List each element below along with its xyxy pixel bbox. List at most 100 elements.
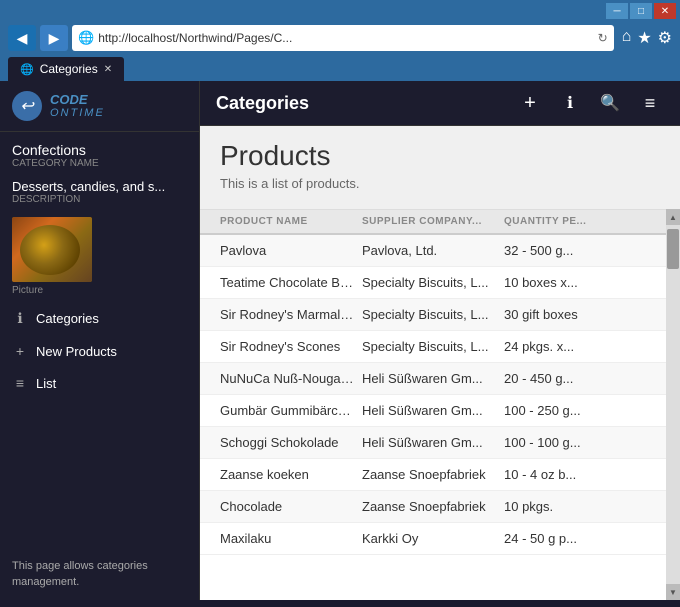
cell-product-name: Chocolade: [220, 499, 362, 514]
sidebar: ↩ CODE ONTIME Confections Category Name …: [0, 81, 200, 600]
sidebar-item-list[interactable]: ≡ List: [0, 367, 199, 399]
brand-ontime: ONTIME: [50, 107, 105, 120]
picture-section: Picture: [0, 213, 199, 302]
page-header: Categories + ℹ 🔍 ≡: [200, 81, 680, 126]
back-button[interactable]: ◀: [8, 25, 36, 51]
browser-icon: 🌐: [78, 30, 94, 46]
cell-product-name: Schoggi Schokolade: [220, 435, 362, 450]
table-row[interactable]: Gumbär GummibärchenHeli Süßwaren Gm...10…: [200, 395, 666, 427]
table-row[interactable]: Teatime Chocolate BiscuitsSpecialty Bisc…: [200, 267, 666, 299]
refresh-button[interactable]: ↻: [598, 31, 608, 45]
table-row[interactable]: ChocoladeZaanse Snoepfabriek10 pkgs.: [200, 491, 666, 523]
cell-product-name: Gumbär Gummibärchen: [220, 403, 362, 418]
address-bar[interactable]: 🌐 http://localhost/Northwind/Pages/C... …: [72, 25, 614, 51]
cell-product-name: Zaanse koeken: [220, 467, 362, 482]
data-table[interactable]: PRODUCT NAME SUPPLIER COMPANY... QUANTIT…: [200, 209, 666, 600]
tab-label: Categories: [40, 62, 98, 76]
page-description: This page allows categories management.: [0, 549, 199, 600]
main-area: PRODUCT NAME SUPPLIER COMPANY... QUANTIT…: [200, 209, 680, 600]
scroll-down[interactable]: ▼: [666, 584, 680, 600]
table-row[interactable]: Sir Rodney's MarmaladeSpecialty Biscuits…: [200, 299, 666, 331]
menu-button[interactable]: ≡: [636, 89, 664, 117]
cell-quantity: 20 - 450 g...: [504, 371, 646, 386]
cell-supplier: Heli Süßwaren Gm...: [362, 403, 504, 418]
col-header-supplier: SUPPLIER COMPANY...: [362, 216, 504, 227]
cell-quantity: 100 - 250 g...: [504, 403, 646, 418]
cell-supplier: Specialty Biscuits, L...: [362, 307, 504, 322]
active-tab[interactable]: 🌐 Categories ✕: [8, 57, 124, 81]
brand-code: CODE: [50, 92, 88, 108]
settings-icon[interactable]: ⚙: [658, 28, 672, 48]
cell-supplier: Zaanse Snoepfabriek: [362, 467, 504, 482]
table-row[interactable]: Sir Rodney's SconesSpecialty Biscuits, L…: [200, 331, 666, 363]
cell-supplier: Karkki Oy: [362, 531, 504, 546]
picture-label: Picture: [12, 285, 187, 296]
cell-supplier: Heli Süßwaren Gm...: [362, 435, 504, 450]
table-body: PavlovaPavlova, Ltd.32 - 500 g...Teatime…: [200, 235, 666, 555]
cell-product-name: NuNuCa Nuß-Nougat-Cre...: [220, 371, 362, 386]
cell-supplier: Pavlova, Ltd.: [362, 243, 504, 258]
cell-product-name: Sir Rodney's Marmalade: [220, 307, 362, 322]
col-header-quantity: QUANTITY PE...: [504, 216, 646, 227]
tab-close-button[interactable]: ✕: [104, 64, 112, 75]
category-name-section: Confections Category Name: [0, 132, 199, 177]
scroll-up[interactable]: ▲: [666, 209, 680, 225]
content-header: Products This is a list of products.: [200, 126, 680, 209]
close-button[interactable]: ✕: [654, 3, 676, 19]
page-header-title: Categories: [216, 93, 309, 114]
cell-quantity: 24 pkgs. x...: [504, 339, 646, 354]
forward-button[interactable]: ▶: [40, 25, 68, 51]
info-button[interactable]: ℹ: [556, 89, 584, 117]
favorites-icon[interactable]: ★: [637, 28, 651, 48]
cell-product-name: Teatime Chocolate Biscuits: [220, 275, 362, 290]
category-name-label: Category Name: [12, 158, 187, 169]
cell-product-name: Maxilaku: [220, 531, 362, 546]
description-section: Desserts, candies, and s... Description: [0, 177, 199, 213]
cell-quantity: 10 - 4 oz b...: [504, 467, 646, 482]
plus-icon: +: [12, 343, 28, 359]
scroll-thumb[interactable]: [667, 229, 679, 269]
info-icon: ℹ: [12, 310, 28, 327]
list-icon: ≡: [12, 375, 28, 391]
header-icons: + ℹ 🔍 ≡: [516, 89, 664, 117]
table-row[interactable]: Schoggi SchokoladeHeli Süßwaren Gm...100…: [200, 427, 666, 459]
app-container: ↩ CODE ONTIME Confections Category Name …: [0, 81, 680, 600]
main-content: Products This is a list of products. PRO…: [200, 126, 680, 600]
table-row[interactable]: MaxilakuKarkki Oy24 - 50 g p...: [200, 523, 666, 555]
description-label: Description: [12, 194, 187, 205]
table-row[interactable]: PavlovaPavlova, Ltd.32 - 500 g...: [200, 235, 666, 267]
url-text: http://localhost/Northwind/Pages/C...: [98, 31, 292, 45]
sidebar-item-new-products[interactable]: + New Products: [0, 335, 199, 367]
cell-supplier: Heli Süßwaren Gm...: [362, 371, 504, 386]
search-button[interactable]: 🔍: [596, 89, 624, 117]
maximize-button[interactable]: □: [630, 3, 652, 19]
table-row[interactable]: Zaanse koekenZaanse Snoepfabriek10 - 4 o…: [200, 459, 666, 491]
app-brand: ↩ CODE ONTIME: [0, 81, 199, 132]
add-button[interactable]: +: [516, 89, 544, 117]
minimize-button[interactable]: ─: [606, 3, 628, 19]
sidebar-list-label: List: [36, 376, 56, 391]
cell-supplier: Specialty Biscuits, L...: [362, 275, 504, 290]
sidebar-categories-label: Categories: [36, 311, 99, 326]
category-name-value: Confections: [12, 142, 187, 158]
brand-name: CODE ONTIME: [50, 92, 105, 121]
tab-favicon: 🌐: [20, 63, 34, 76]
picture-container: [12, 217, 92, 282]
home-icon[interactable]: ⌂: [622, 28, 632, 48]
sidebar-item-categories[interactable]: ℹ Categories: [0, 302, 199, 335]
brand-icon: ↩: [12, 91, 42, 121]
cell-product-name: Sir Rodney's Scones: [220, 339, 362, 354]
food-image-overlay: [20, 225, 80, 275]
scrollbar[interactable]: ▲ ▼: [666, 209, 680, 600]
cell-quantity: 30 gift boxes: [504, 307, 646, 322]
browser-chrome: ─ □ ✕ ◀ ▶ 🌐 http://localhost/Northwind/P…: [0, 0, 680, 81]
content-subtitle: This is a list of products.: [220, 176, 660, 191]
cell-quantity: 10 boxes x...: [504, 275, 646, 290]
cell-supplier: Zaanse Snoepfabriek: [362, 499, 504, 514]
sidebar-new-products-label: New Products: [36, 344, 117, 359]
cell-quantity: 32 - 500 g...: [504, 243, 646, 258]
table-row[interactable]: NuNuCa Nuß-Nougat-Cre...Heli Süßwaren Gm…: [200, 363, 666, 395]
cell-quantity: 10 pkgs.: [504, 499, 646, 514]
titlebar-buttons: ─ □ ✕: [606, 3, 676, 19]
cell-quantity: 100 - 100 g...: [504, 435, 646, 450]
